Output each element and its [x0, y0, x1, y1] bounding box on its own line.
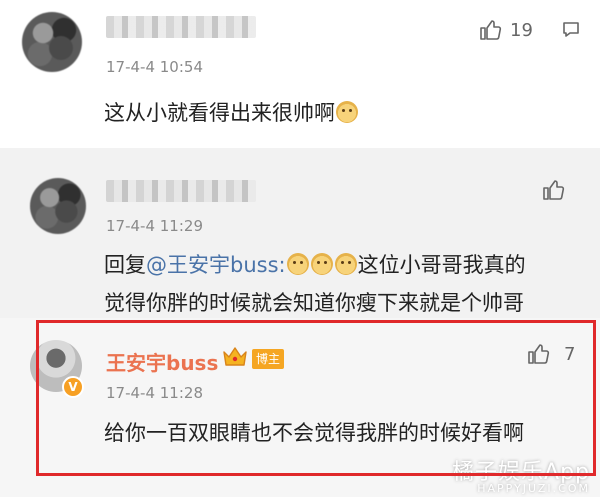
- reply-text-line-2: 觉得你胖的时候就会知道你瘦下来就是个帅哥: [104, 291, 524, 315]
- comment-text: 这从小就看得出来很帅啊: [104, 94, 359, 132]
- doge-emoji-icon: [336, 101, 358, 123]
- more-options-button[interactable]: [561, 20, 581, 44]
- verified-badge-icon: V: [62, 376, 84, 398]
- reply-prefix: 回复: [104, 253, 146, 277]
- author-name[interactable]: 王安宇buss: [106, 347, 218, 376]
- doge-emoji-icon: [334, 253, 357, 275]
- doge-emoji-icon: [286, 253, 309, 275]
- thumbs-up-icon: [528, 344, 550, 364]
- like-count: 7: [564, 343, 576, 365]
- mention-link[interactable]: @王安宇buss: [146, 253, 279, 277]
- like-count: 19: [510, 19, 533, 41]
- comment-timestamp: 17-4-4 10:54: [106, 58, 203, 76]
- like-button[interactable]: 7: [526, 342, 575, 366]
- username-blurred[interactable]: [106, 16, 256, 38]
- comment-text: 回复@王安宇buss: 这位小哥哥我真的 觉得你胖的时候就会知道你瘦下来就是个帅哥: [104, 246, 584, 322]
- avatar[interactable]: [30, 178, 86, 234]
- username-blurred[interactable]: [106, 180, 256, 202]
- doge-emoji-icon: [310, 253, 333, 275]
- comment-timestamp: 17-4-4 11:29: [106, 217, 203, 235]
- avatar[interactable]: [22, 12, 82, 72]
- thumbs-up-icon: [543, 180, 565, 200]
- comment-item-3: 7 17-4-4 11:28 给你一百双眼睛也不会觉得我胖的时候好看啊 橘子娱乐…: [0, 318, 600, 497]
- crown-badge-icon: [222, 346, 248, 372]
- like-button[interactable]: 19: [478, 18, 533, 42]
- chat-bubble-icon: [563, 22, 579, 37]
- thumbs-up-icon: [480, 20, 502, 40]
- comment-timestamp: 17-4-4 11:28: [106, 384, 203, 402]
- author-badge: 博主: [252, 349, 285, 369]
- comment-item-1: 17-4-4 10:54 这从小就看得出来很帅啊 19: [0, 0, 600, 148]
- watermark: 橘子娱乐App HAPPYJUZI.COM: [452, 454, 590, 495]
- comment-text-content: 这从小就看得出来很帅啊: [104, 101, 335, 125]
- mention-colon: :: [278, 253, 286, 277]
- reply-text-line-1: 这位小哥哥我真的: [357, 253, 526, 277]
- like-button[interactable]: [541, 178, 565, 202]
- comment-item-2: 17-4-4 11:29 回复@王安宇buss: 这位小哥哥我真的 觉得你胖的时候…: [0, 160, 600, 318]
- comment-text: 给你一百双眼睛也不会觉得我胖的时候好看啊: [104, 421, 524, 445]
